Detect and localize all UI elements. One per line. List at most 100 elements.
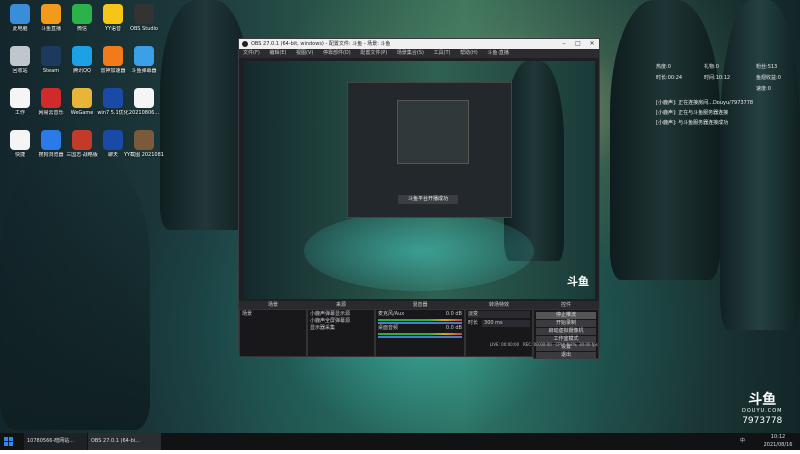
sanguo-game-icon xyxy=(72,130,92,150)
mixer-desktop-label: 桌面音频 xyxy=(378,325,399,331)
douyu-logo: 斗鱼 xyxy=(748,392,777,408)
start-recording-button[interactable]: 开始录制 xyxy=(536,320,596,327)
transition-duration-input[interactable]: 300 ms xyxy=(482,320,530,327)
obs-logo-icon xyxy=(242,41,248,47)
mixer-desktop-slider[interactable] xyxy=(378,336,462,338)
tree-trunk xyxy=(160,0,250,230)
tree-trunk xyxy=(610,0,720,280)
sources-panel: 小鹿声弹幕显示源 小鹿声全屏弹幕源 显示器采集 xyxy=(307,309,375,357)
stat-fans-label: 粉丝: xyxy=(756,64,768,70)
menu-file[interactable]: 文件(F) xyxy=(243,50,260,56)
menu-douyu[interactable]: 斗鱼·直播 xyxy=(487,50,509,56)
obs-menubar: 文件(F) 编辑(E) 视图(V) 停靠部件(D) 配置文件(P) 场景集合(S… xyxy=(239,49,599,58)
obs-title: OBS 27.0.1 (64-bit, windows) - 配置文件: 斗鱼 … xyxy=(251,41,391,47)
tray-clock[interactable]: 10:12 2021/08/16 xyxy=(758,433,798,450)
stat-earn-label: 鱼翅收益: xyxy=(756,75,778,81)
obs-statusbar: LIVE: 00:00:00 REC: 00:00:00 CPU: 4.3%, … xyxy=(239,340,599,349)
tree-trunk xyxy=(0,150,150,430)
tray-time: 10:12 xyxy=(770,434,786,440)
dock-title-transitions: 转场特效 xyxy=(488,302,509,308)
yy-screenshot-icon xyxy=(134,130,154,150)
dock-headers: 场景 来源 混音器 转场特效 控件 xyxy=(239,301,599,309)
minimize-button[interactable]: – xyxy=(557,39,571,49)
stat-duration-value: 00:24 xyxy=(667,75,683,81)
menu-help[interactable]: 帮助(H) xyxy=(460,50,478,56)
menu-tools[interactable]: 工具(T) xyxy=(434,50,451,56)
mixer-desktop-meter xyxy=(378,333,462,335)
dock-title-controls: 控件 xyxy=(560,302,571,308)
dock-title-scenes: 场景 xyxy=(267,302,278,308)
desktop-icon-file-20210806[interactable]: 20210806... xyxy=(124,88,164,116)
source-item[interactable]: 小鹿声全屏弹幕源 xyxy=(310,318,372,325)
steam-icon xyxy=(41,46,61,66)
menu-scene-collection[interactable]: 场景集合(S) xyxy=(397,50,424,56)
stat-duration-label: 时长: xyxy=(656,75,668,81)
stop-streaming-button[interactable]: 停止推流 xyxy=(536,312,596,319)
stat-hot-value: 0 xyxy=(667,64,671,70)
qq-icon xyxy=(72,46,92,66)
desktop-icon-douyu-danmu[interactable]: 斗鱼弹幕器 xyxy=(124,46,164,74)
stat-speed-value: 0 xyxy=(767,86,771,92)
close-button[interactable]: ✕ xyxy=(585,39,599,49)
mixer-mic-db: 0.0 dB xyxy=(445,311,462,317)
transition-select[interactable]: 淡变 xyxy=(468,311,530,318)
windows-logo-icon xyxy=(4,437,13,446)
menu-docks[interactable]: 停靠部件(D) xyxy=(323,50,351,56)
dock-title-sources: 来源 xyxy=(335,302,346,308)
scenes-panel: 场景 xyxy=(239,309,307,357)
taskbar: 10780566-暗网站... OBS 27.0.1 (64-bi... 中 1… xyxy=(0,433,800,450)
preview-river xyxy=(304,211,534,291)
menu-view[interactable]: 视图(V) xyxy=(296,50,313,56)
status-live: LIVE: 00:00:00 xyxy=(489,342,520,347)
chat-line: [小鹿声]: 正在连接房间...Douyu/7973778 xyxy=(656,100,754,106)
tree-trunk xyxy=(720,0,800,330)
chat-app-icon xyxy=(103,130,123,150)
this-pc-icon xyxy=(10,4,30,24)
stat-speed-label: 速度: xyxy=(756,86,768,92)
obs-studio-icon xyxy=(134,4,154,24)
transition-duration-label: 时长 xyxy=(468,320,479,326)
douyu-danmu-icon xyxy=(134,46,154,66)
mixer-mic-meter xyxy=(378,319,462,321)
stat-fans-value: 513 xyxy=(767,64,778,70)
source-item[interactable]: 小鹿声弹幕显示源 xyxy=(310,311,372,318)
desktop-icon-yy-screenshot[interactable]: YY截图 20210810... xyxy=(124,130,164,158)
source-item[interactable]: 显示器采集 xyxy=(310,325,372,332)
menu-profile[interactable]: 配置文件(P) xyxy=(360,50,387,56)
stat-time-label: 时间: xyxy=(704,75,716,81)
start-button[interactable] xyxy=(4,433,18,450)
douyu-watermark: 斗鱼 DOUYU.COM 7973778 xyxy=(742,392,783,428)
desktop-icon-label: 20210806... xyxy=(128,110,160,116)
chat-line: [小鹿声]: 与斗鱼服务器连接成功 xyxy=(656,120,729,126)
yy-voice-icon xyxy=(103,4,123,24)
stream-success-toast: 斗鱼平台开播成功 xyxy=(398,195,458,204)
scene-item[interactable]: 场景 xyxy=(242,311,304,318)
tray-date: 2021/08/16 xyxy=(763,442,793,448)
chat-log: [小鹿声]: 正在连接房间...Douyu/7973778 [小鹿声]: 正在与… xyxy=(656,98,796,128)
status-cpu: CPU: 4.3%, 30.00 fps xyxy=(555,342,598,347)
obs-titlebar[interactable]: OBS 27.0.1 (64-bit, windows) - 配置文件: 斗鱼 … xyxy=(239,39,599,49)
wegame-icon xyxy=(72,88,92,108)
stat-hot-label: 热度: xyxy=(656,64,668,70)
status-rec: REC: 00:00:00 xyxy=(522,342,552,347)
obs-preview[interactable]: 斗鱼平台开播成功 斗鱼 xyxy=(244,61,595,299)
stat-gift-label: 礼物: xyxy=(704,64,716,70)
preview-douyu-logo: 斗鱼 xyxy=(567,275,589,288)
desktop-icon-obs-studio[interactable]: OBS Studio xyxy=(124,4,164,32)
taskbar-item-obs[interactable]: OBS 27.0.1 (64-bi... xyxy=(88,433,161,450)
mixer-desktop-db: 0.0 dB xyxy=(445,325,462,331)
menu-edit[interactable]: 编辑(E) xyxy=(269,50,286,56)
taskbar-item-browser[interactable]: 10780566-暗网站... xyxy=(24,433,87,450)
dock-title-mixer: 混音器 xyxy=(412,302,428,308)
virtual-camera-button[interactable]: 启动虚拟摄像机 xyxy=(536,328,596,335)
shortcut-folder-icon xyxy=(10,130,30,150)
nested-obs-preview-inner xyxy=(397,100,469,164)
mixer-mic-slider[interactable] xyxy=(378,322,462,324)
desktop-icon-label: OBS Studio xyxy=(130,26,158,32)
recycle-bin-icon xyxy=(10,46,30,66)
exit-button[interactable]: 退出 xyxy=(536,352,596,359)
stat-earn-value: 0 xyxy=(777,75,781,81)
maximize-button[interactable]: □ xyxy=(571,39,585,49)
tray-language[interactable]: 中 xyxy=(740,433,750,450)
leishen-booster-icon xyxy=(103,46,123,66)
